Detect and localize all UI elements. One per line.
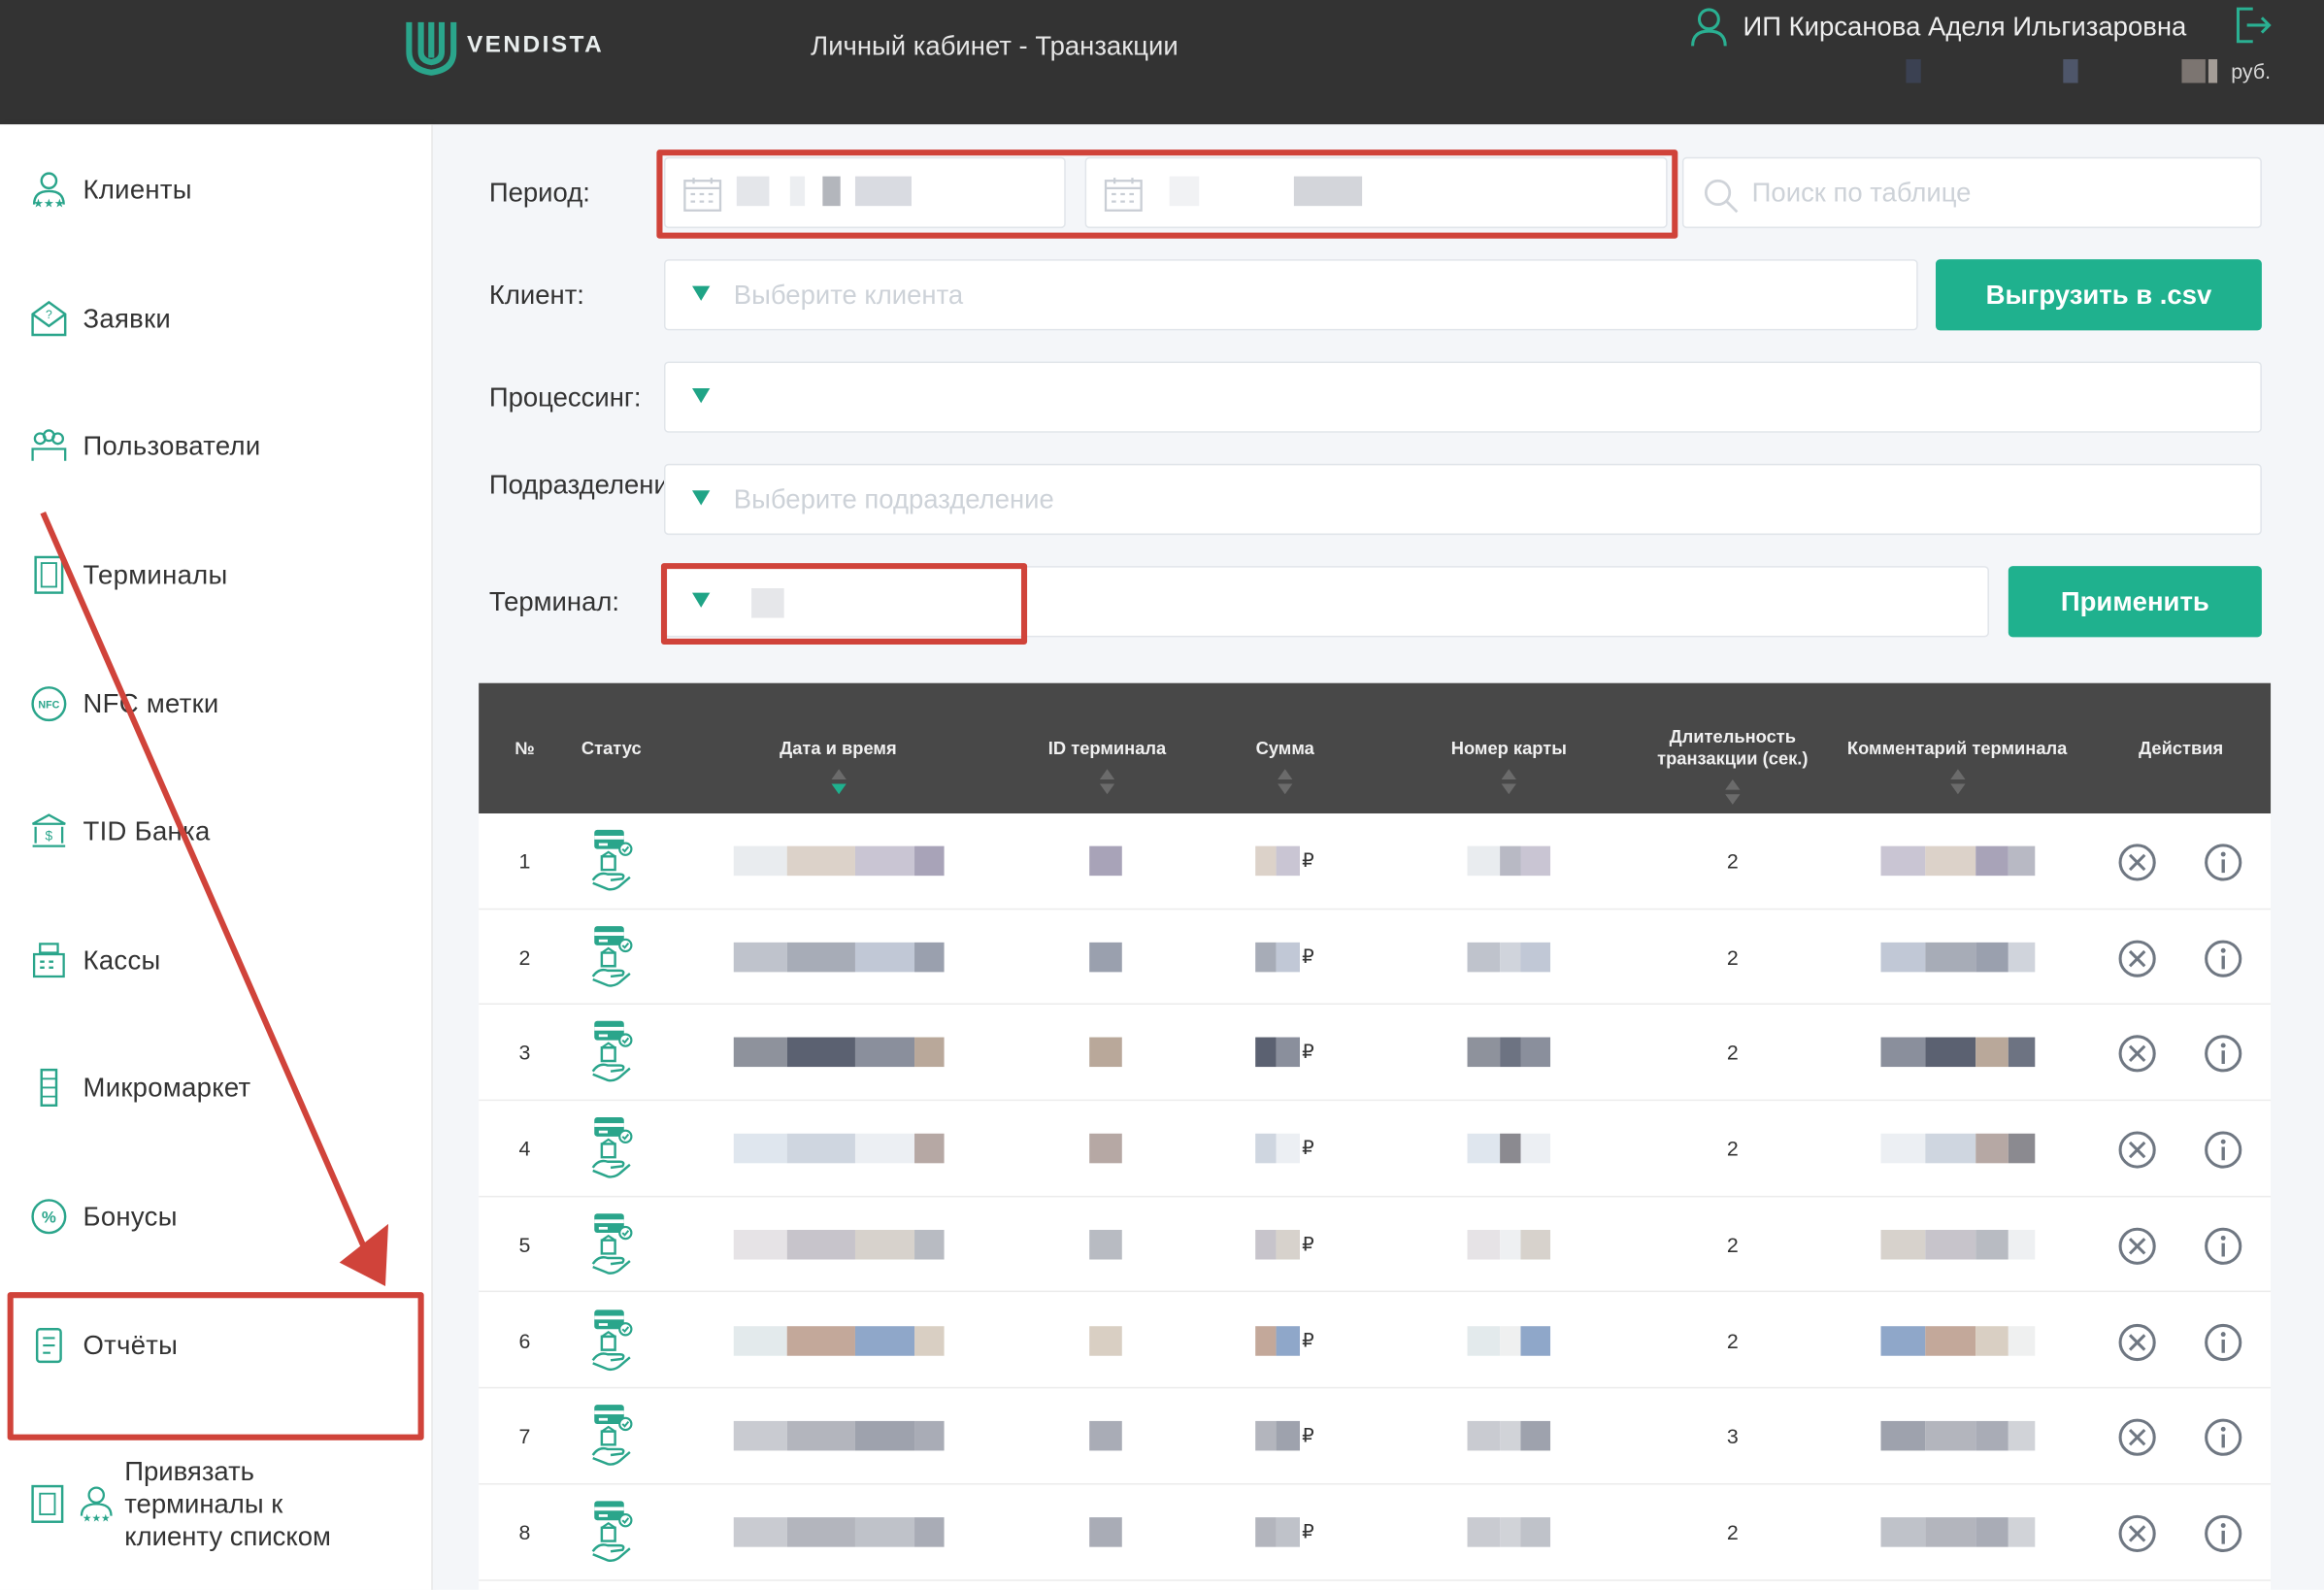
highlight-reports: [7, 1292, 424, 1441]
